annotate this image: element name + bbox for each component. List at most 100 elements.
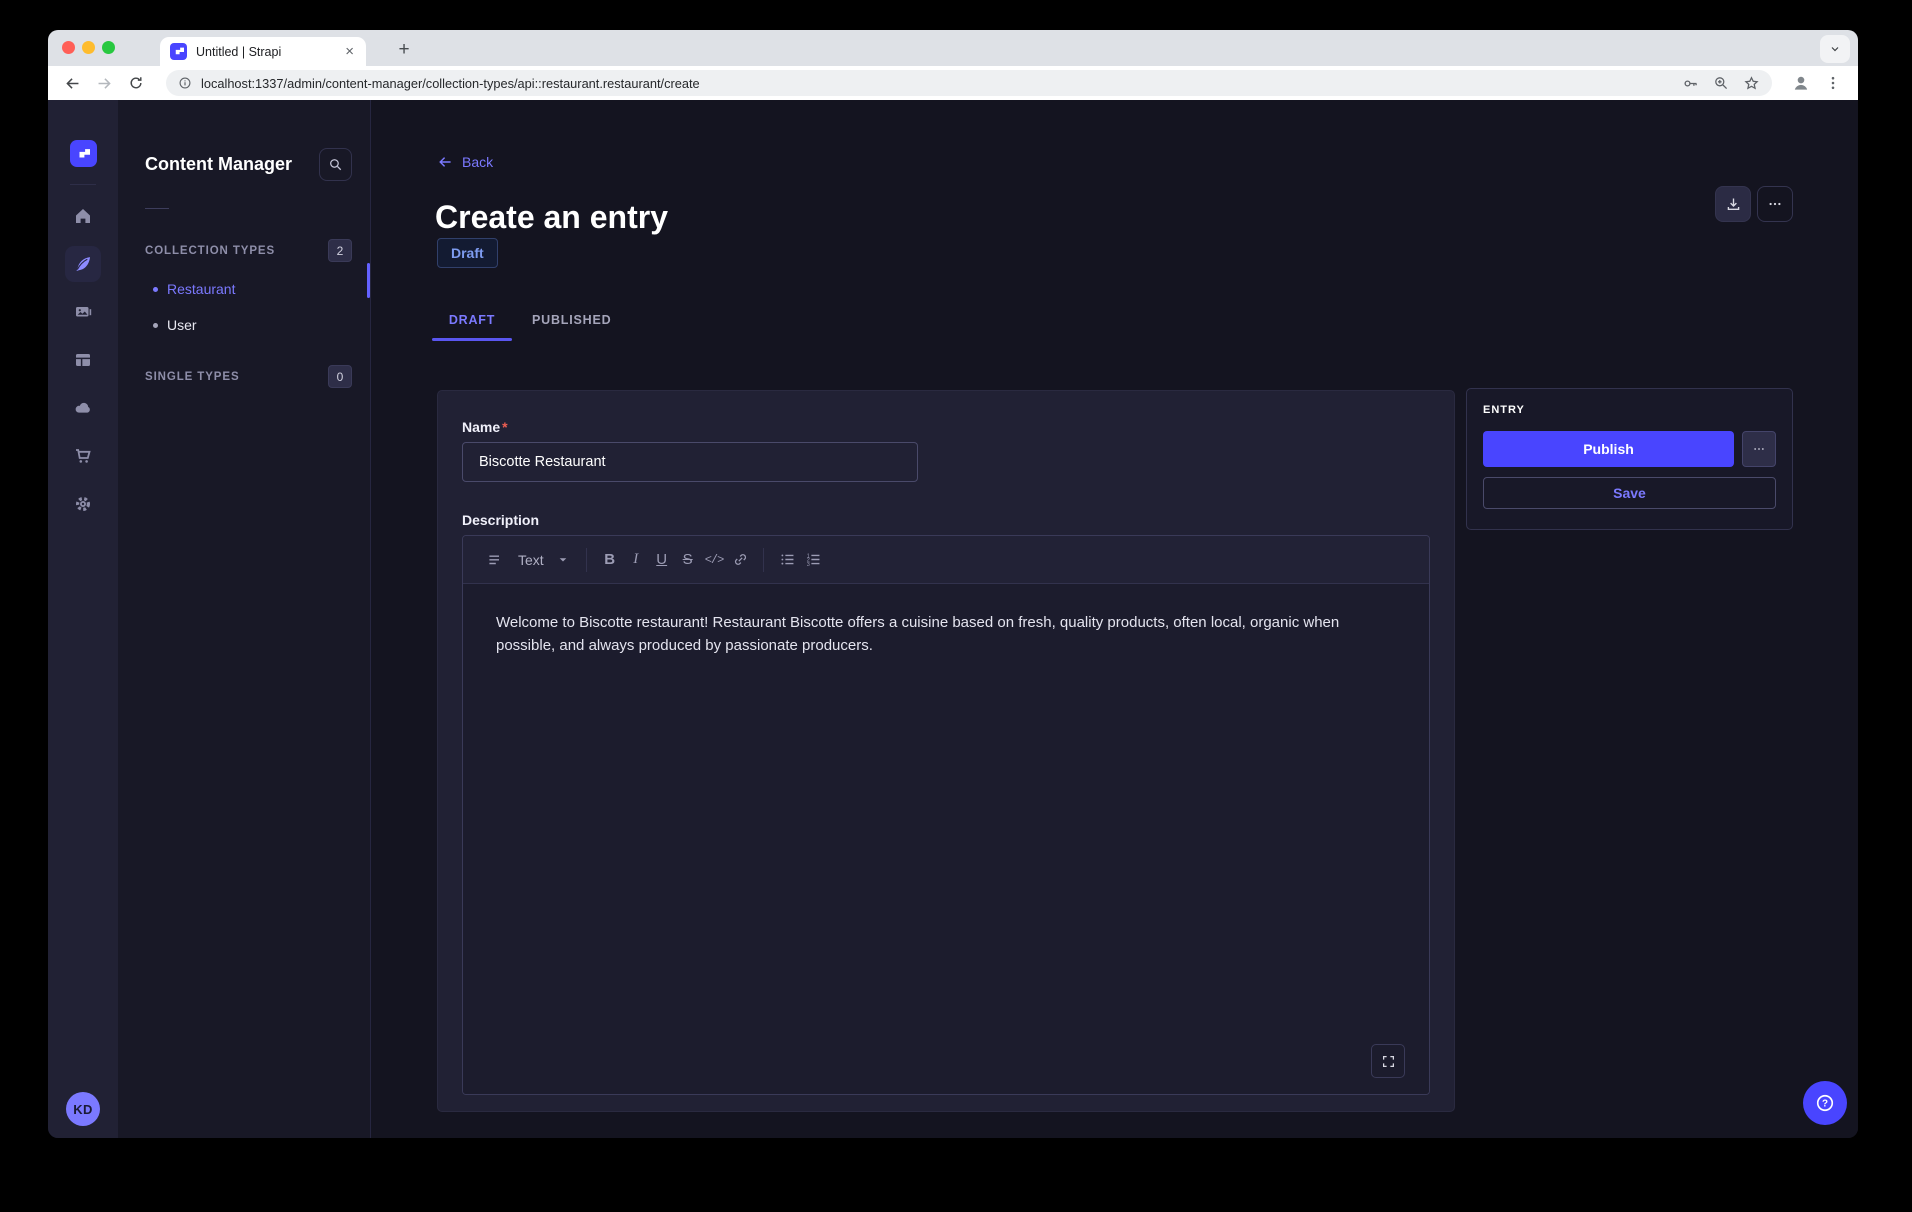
tab-published[interactable]: PUBLISHED (528, 298, 615, 341)
link-button[interactable] (727, 545, 753, 575)
maximize-window-button[interactable] (102, 41, 115, 54)
underline-button[interactable]: U (649, 545, 675, 575)
back-arrow-icon (64, 75, 81, 92)
active-item-indicator (367, 263, 370, 298)
main-content: Back Create an entry Draft DRAFT PUBLISH… (371, 100, 1858, 1138)
browser-tab[interactable]: Untitled | Strapi × (160, 37, 366, 66)
chevron-down-icon[interactable] (550, 545, 576, 575)
toolbar-divider (586, 548, 587, 572)
svg-text:3: 3 (806, 562, 809, 568)
single-types-count-badge: 0 (328, 365, 352, 388)
marketplace-cart-icon (73, 446, 93, 466)
user-avatar[interactable]: KD (66, 1092, 100, 1126)
profile-button[interactable] (1788, 70, 1814, 96)
content-manager-subnav: Content Manager COLLECTION TYPES 2 Resta… (118, 100, 371, 1138)
bullet-icon (153, 287, 158, 292)
block-type-select[interactable]: Text (508, 545, 550, 575)
close-window-button[interactable] (62, 41, 75, 54)
name-input[interactable] (462, 442, 918, 482)
sidebar-item-label: Restaurant (167, 281, 235, 297)
kebab-menu-icon (1825, 75, 1841, 91)
deploy-cloud-icon (73, 398, 93, 418)
tab-search-button[interactable] (1820, 35, 1850, 63)
back-arrow-icon (437, 154, 453, 170)
entry-more-button[interactable] (1742, 431, 1776, 467)
home-icon (73, 206, 93, 226)
strikethrough-button[interactable]: S (675, 545, 701, 575)
password-key-icon[interactable] (1682, 75, 1699, 92)
publish-button[interactable]: Publish (1483, 431, 1734, 467)
forward-arrow-icon (96, 75, 113, 92)
collection-types-count-badge: 2 (328, 239, 352, 262)
new-tab-button[interactable]: + (390, 36, 418, 64)
required-asterisk: * (502, 419, 507, 435)
media-library-icon (73, 302, 93, 322)
subnav-divider (145, 208, 169, 209)
toolbar-divider (763, 548, 764, 572)
tab-draft[interactable]: DRAFT (432, 298, 512, 341)
nav-deploy-button[interactable] (65, 390, 101, 426)
entry-panel-title: ENTRY (1483, 404, 1776, 416)
numbered-list-button[interactable]: 123 (800, 545, 826, 575)
collection-types-label: COLLECTION TYPES (145, 245, 275, 257)
site-info-icon[interactable] (178, 76, 192, 90)
sidebar-item-label: User (167, 317, 197, 333)
nav-media-library-button[interactable] (65, 294, 101, 330)
strapi-logo-button[interactable] (70, 140, 97, 167)
bold-button[interactable]: B (597, 545, 623, 575)
sidebar-item-user[interactable]: User (118, 307, 370, 343)
address-bar[interactable]: localhost:1337/admin/content-manager/col… (166, 70, 1772, 96)
tab-strip: Untitled | Strapi × + (48, 30, 1858, 66)
url-text: localhost:1337/admin/content-manager/col… (201, 76, 1668, 91)
settings-gear-icon (73, 494, 93, 514)
expand-editor-button[interactable] (1371, 1044, 1405, 1078)
header-more-button[interactable] (1757, 186, 1793, 222)
entry-form-card: Name* Description Text B (437, 390, 1455, 1112)
person-icon (1790, 72, 1812, 94)
bullet-icon (153, 323, 158, 328)
reload-button[interactable] (123, 70, 149, 96)
tab-title: Untitled | Strapi (196, 45, 343, 59)
browser-menu-button[interactable] (1820, 70, 1846, 96)
import-export-button[interactable] (1715, 186, 1751, 222)
status-badge: Draft (437, 238, 498, 268)
nav-settings-button[interactable] (65, 486, 101, 522)
strapi-logo-icon (76, 147, 90, 161)
nav-marketplace-button[interactable] (65, 438, 101, 474)
sidebar-item-restaurant[interactable]: Restaurant (118, 271, 370, 307)
page-title: Create an entry (435, 199, 668, 236)
back-link[interactable]: Back (437, 154, 493, 170)
main-nav-rail: KD (48, 100, 118, 1138)
ellipsis-icon (1752, 442, 1766, 456)
rail-divider (70, 184, 96, 185)
description-text: Welcome to Biscotte restaurant! Restaura… (496, 614, 1339, 654)
chevron-down-icon (1829, 43, 1841, 55)
search-icon (328, 157, 343, 172)
strapi-favicon-icon (170, 43, 187, 60)
download-icon (1725, 196, 1742, 213)
browser-toolbar: localhost:1337/admin/content-manager/col… (48, 66, 1858, 100)
italic-button[interactable]: I (623, 545, 649, 575)
help-button[interactable]: ? (1803, 1081, 1847, 1125)
question-mark-icon: ? (1814, 1092, 1836, 1114)
zoom-icon[interactable] (1713, 75, 1729, 91)
nav-home-button[interactable] (65, 198, 101, 234)
minimize-window-button[interactable] (82, 41, 95, 54)
name-field-label: Name* (462, 419, 1430, 435)
align-left-icon[interactable] (482, 545, 508, 575)
editor-textbox[interactable]: Welcome to Biscotte restaurant! Restaura… (463, 584, 1429, 1094)
search-button[interactable] (319, 148, 352, 181)
back-button[interactable] (59, 70, 85, 96)
subnav-title: Content Manager (145, 154, 292, 175)
svg-text:?: ? (1822, 1099, 1828, 1110)
strapi-admin: KD Content Manager COLLECTION TYPES 2 Re… (48, 100, 1858, 1138)
nav-content-type-builder-button[interactable] (65, 342, 101, 378)
close-tab-icon[interactable]: × (343, 42, 356, 61)
bulleted-list-button[interactable] (774, 545, 800, 575)
bookmark-star-icon[interactable] (1743, 75, 1760, 92)
save-button[interactable]: Save (1483, 477, 1776, 509)
code-button[interactable]: </> (701, 545, 728, 575)
forward-button[interactable] (91, 70, 117, 96)
version-tabs: DRAFT PUBLISHED (432, 298, 615, 341)
nav-content-manager-button[interactable] (65, 246, 101, 282)
